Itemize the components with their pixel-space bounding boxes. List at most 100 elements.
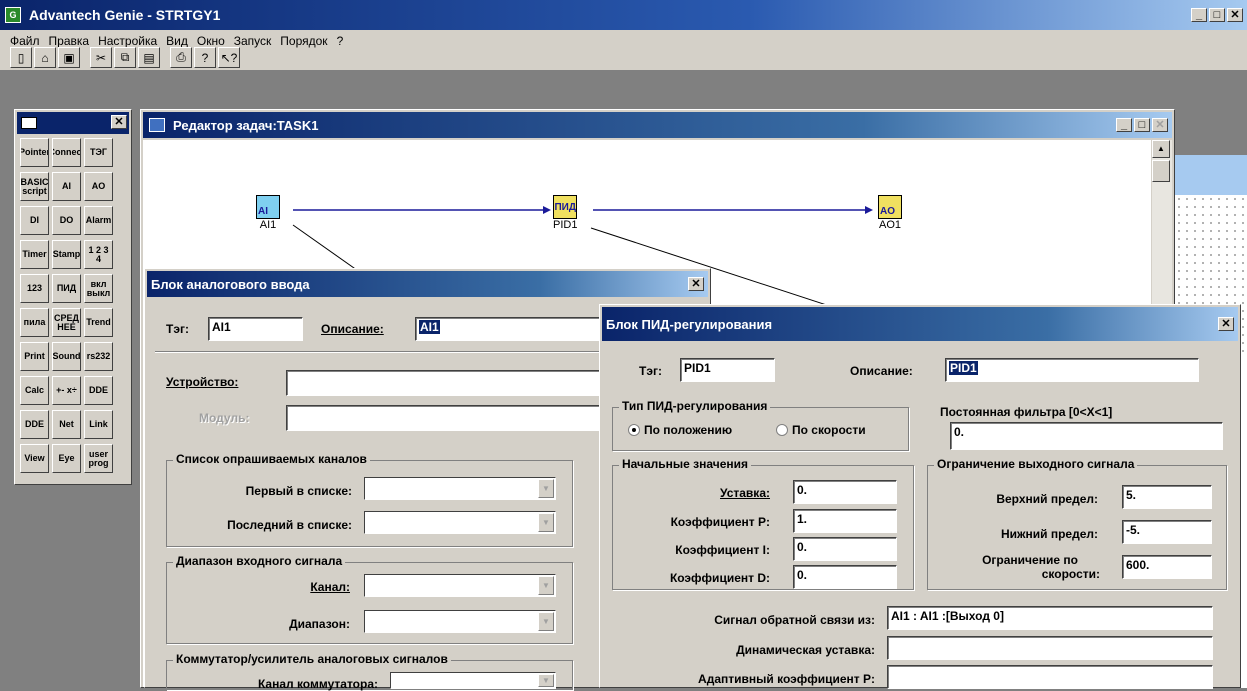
- close-button[interactable]: ✕: [1227, 8, 1243, 22]
- palette-tool-1-0-icon[interactable]: BASIC script: [20, 172, 49, 201]
- app-titlebar[interactable]: G Advantech Genie - STRTGY1: [0, 0, 1247, 30]
- maximize-button[interactable]: □: [1209, 8, 1225, 22]
- palette-tool-8-1-icon[interactable]: Net: [52, 410, 81, 439]
- channel-dropdown[interactable]: ▼: [364, 574, 556, 597]
- menu-item-6[interactable]: Порядок: [280, 34, 327, 48]
- palette-tool-0-2-icon[interactable]: ТЭГ: [84, 138, 113, 167]
- palette-tool-5-0-icon[interactable]: пила: [20, 308, 49, 337]
- module-input[interactable]: [286, 405, 606, 431]
- menu-item-0[interactable]: Файл: [10, 34, 40, 48]
- menu-item-5[interactable]: Запуск: [234, 34, 272, 48]
- node-ai1[interactable]: AI AI1: [256, 195, 280, 231]
- device-label: Устройство:: [166, 375, 239, 389]
- palette-tool-9-0-icon[interactable]: View: [20, 444, 49, 473]
- menu-item-1[interactable]: Правка: [49, 34, 90, 48]
- ai-description-input[interactable]: AI1: [415, 317, 605, 341]
- palette-tool-7-1-icon[interactable]: +- x÷: [52, 376, 81, 405]
- menu-item-3[interactable]: Вид: [166, 34, 188, 48]
- palette-tool-6-1-icon[interactable]: Sound: [52, 342, 81, 371]
- lower-limit-input[interactable]: -5.: [1122, 520, 1212, 544]
- dropdown-arrow-icon: ▼: [538, 513, 554, 532]
- radio-position[interactable]: По положению: [628, 423, 732, 437]
- context-help-icon[interactable]: ↖?: [218, 47, 240, 68]
- palette-tool-1-1-icon[interactable]: AI: [52, 172, 81, 201]
- editor-close-button[interactable]: ✕: [1152, 118, 1168, 132]
- pid-dialog-close-button[interactable]: ✕: [1218, 317, 1234, 331]
- palette-tool-6-0-icon[interactable]: Print: [20, 342, 49, 371]
- palette-tool-2-2-icon[interactable]: Alarm: [84, 206, 113, 235]
- upper-limit-input[interactable]: 5.: [1122, 485, 1212, 509]
- copy-icon[interactable]: ⧉: [114, 47, 136, 68]
- scroll-up-button[interactable]: ▲: [1152, 140, 1170, 158]
- new-icon[interactable]: ▯: [10, 47, 32, 68]
- palette-tool-8-2-icon[interactable]: Link: [84, 410, 113, 439]
- pid-tag-input[interactable]: PID1: [680, 358, 775, 382]
- menu-item-7[interactable]: ?: [337, 34, 344, 48]
- ai-dialog-close-button[interactable]: ✕: [688, 277, 704, 291]
- palette-tool-7-0-icon[interactable]: Calc: [20, 376, 49, 405]
- palette-tool-3-0-icon[interactable]: Timer: [20, 240, 49, 269]
- range-dropdown[interactable]: ▼: [364, 610, 556, 633]
- help-icon[interactable]: ?: [194, 47, 216, 68]
- setpoint-input[interactable]: 0.: [793, 480, 897, 504]
- print-icon[interactable]: ⎙: [170, 47, 192, 68]
- palette-tool-9-1-icon[interactable]: Eye: [52, 444, 81, 473]
- rate-limit-input[interactable]: 600.: [1122, 555, 1212, 579]
- pid-dialog-title: Блок ПИД-регулирования: [606, 316, 773, 332]
- palette-tool-4-2-icon[interactable]: вкл выкл: [84, 274, 113, 303]
- ai-tag-input[interactable]: AI1: [208, 317, 303, 341]
- palette-tool-6-2-icon[interactable]: rs232: [84, 342, 113, 371]
- palette-tool-5-1-icon[interactable]: СРЕД НЕЕ: [52, 308, 81, 337]
- ki-input[interactable]: 0.: [793, 537, 897, 561]
- minimize-button[interactable]: _: [1191, 8, 1207, 22]
- kd-label: Коэффициент D:: [669, 571, 770, 585]
- palette-window: ✕ PointerConnectТЭГ BASIC scriptAIAO DIDOA…: [14, 109, 132, 485]
- ai-dialog-titlebar[interactable]: Блок аналогового ввода: [147, 271, 708, 297]
- palette-tool-5-2-icon[interactable]: Trend: [84, 308, 113, 337]
- last-channel-dropdown[interactable]: ▼: [364, 511, 556, 534]
- node-ao1[interactable]: AO AO1: [878, 195, 902, 231]
- editor-maximize-button[interactable]: □: [1134, 118, 1150, 132]
- dynamic-setpoint-input[interactable]: [887, 636, 1213, 660]
- kp-input[interactable]: 1.: [793, 509, 897, 533]
- filter-input[interactable]: 0.: [950, 422, 1223, 450]
- palette-tool-3-1-icon[interactable]: Stamp: [52, 240, 81, 269]
- scroll-thumb[interactable]: [1152, 160, 1170, 182]
- device-input[interactable]: [286, 370, 606, 396]
- cut-icon[interactable]: ✂: [90, 47, 112, 68]
- mux-channel-dropdown[interactable]: ▼: [390, 672, 556, 689]
- pid-description-input[interactable]: PID1: [945, 358, 1199, 382]
- menu-item-4[interactable]: Окно: [197, 34, 225, 48]
- palette-tool-3-2-icon[interactable]: 1 2 3 4: [84, 240, 113, 269]
- ai-description-selected: AI1: [419, 320, 440, 334]
- palette-tool-8-0-icon[interactable]: DDE: [20, 410, 49, 439]
- save-icon[interactable]: ▣: [58, 47, 80, 68]
- palette-tool-1-2-icon[interactable]: AO: [84, 172, 113, 201]
- palette-close-button[interactable]: ✕: [111, 115, 127, 129]
- node-pid1[interactable]: ПИД PID1: [553, 195, 577, 231]
- first-channel-dropdown[interactable]: ▼: [364, 477, 556, 500]
- palette-tool-0-1-icon[interactable]: Connect: [52, 138, 81, 167]
- palette-tool-0-0-icon[interactable]: Pointer: [20, 138, 49, 167]
- palette-tool-4-0-icon[interactable]: 123: [20, 274, 49, 303]
- open-icon[interactable]: ⌂: [34, 47, 56, 68]
- radio-speed[interactable]: По скорости: [776, 423, 866, 437]
- palette-tool-2-1-icon[interactable]: DO: [52, 206, 81, 235]
- palette-tool-9-2-icon[interactable]: user prog: [84, 444, 113, 473]
- paste-icon[interactable]: ▤: [138, 47, 160, 68]
- kd-input[interactable]: 0.: [793, 565, 897, 589]
- task-editor-titlebar[interactable]: Редактор задач:TASK1: [143, 112, 1172, 138]
- feedback-input[interactable]: AI1 : AI1 :[Выход 0]: [887, 606, 1213, 630]
- palette-tool-2-0-icon[interactable]: DI: [20, 206, 49, 235]
- pid-tag-label: Тэг:: [639, 364, 662, 378]
- node-label: AO1: [878, 219, 901, 231]
- editor-minimize-button[interactable]: _: [1116, 118, 1132, 132]
- adaptive-kp-input[interactable]: [887, 665, 1213, 689]
- radio-checked-icon: [628, 424, 640, 436]
- pid-dialog-titlebar[interactable]: Блок ПИД-регулирования: [602, 307, 1238, 341]
- palette-tool-4-1-icon[interactable]: ПИД: [52, 274, 81, 303]
- palette-tool-7-2-icon[interactable]: DDE: [84, 376, 113, 405]
- task-editor-icon: [149, 118, 165, 132]
- menu-item-2[interactable]: Настройка: [98, 34, 157, 48]
- ai-dialog-title: Блок аналогового ввода: [151, 276, 310, 292]
